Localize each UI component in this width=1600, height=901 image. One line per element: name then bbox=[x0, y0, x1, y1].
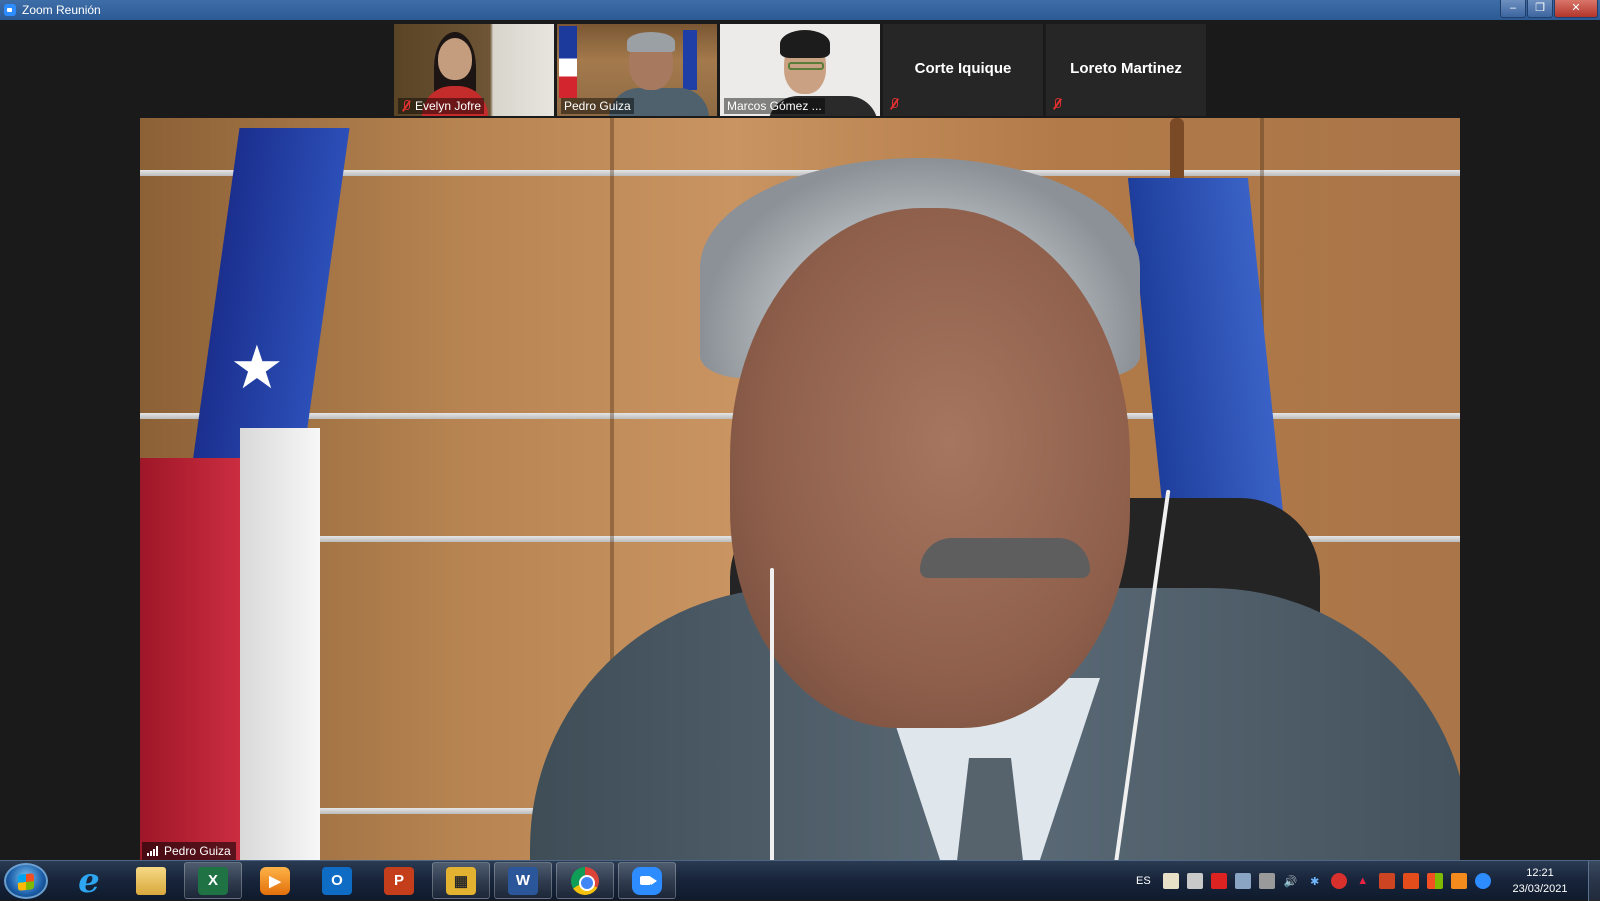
powerpoint-icon: P bbox=[384, 866, 414, 895]
windows-app-icon[interactable] bbox=[1426, 873, 1443, 889]
muted-mic-icon bbox=[401, 100, 411, 112]
window-controls: – ❐ ✕ bbox=[1499, 0, 1598, 18]
antivirus-icon[interactable] bbox=[1210, 873, 1227, 889]
participant-name-label: Evelyn Jofre bbox=[398, 98, 485, 114]
device-icon[interactable] bbox=[1234, 873, 1251, 889]
taskbar-project-app[interactable]: ▦ bbox=[432, 862, 490, 899]
participant-tile-evelyn[interactable]: Evelyn Jofre bbox=[394, 24, 554, 116]
earphone-cable-left bbox=[770, 568, 774, 860]
taskbar-file-explorer[interactable] bbox=[122, 862, 180, 899]
windows-logo-icon bbox=[18, 873, 34, 891]
clock-date: 23/03/2021 bbox=[1512, 883, 1568, 895]
folder-icon bbox=[136, 866, 166, 895]
clock[interactable]: 12:21 23/03/2021 bbox=[1500, 865, 1580, 897]
window-title: Zoom Reunión bbox=[22, 3, 101, 17]
taskbar-word[interactable]: W bbox=[494, 862, 552, 899]
java-icon[interactable] bbox=[1450, 873, 1467, 889]
zoom-icon bbox=[632, 866, 662, 895]
media-player-icon: ▶ bbox=[260, 866, 290, 895]
title-bar: Zoom Reunión – ❐ ✕ bbox=[0, 0, 1600, 20]
restore-button[interactable]: ❐ bbox=[1527, 0, 1553, 18]
project-app-icon: ▦ bbox=[446, 866, 476, 895]
update-icon[interactable]: ▲ bbox=[1355, 873, 1371, 889]
participant-tile-corte[interactable]: Corte Iquique bbox=[883, 24, 1043, 116]
taskbar-media-player[interactable]: ▶ bbox=[246, 862, 304, 899]
participant-name: Loreto Martinez bbox=[1070, 60, 1182, 77]
volume-icon[interactable]: 🔊 bbox=[1283, 873, 1299, 889]
pdf-reader-icon[interactable] bbox=[1378, 873, 1395, 889]
zoom-tray-icon[interactable] bbox=[1474, 873, 1491, 889]
participant-name-label: Pedro Guiza bbox=[561, 98, 634, 114]
taskbar-chrome[interactable] bbox=[556, 862, 614, 899]
show-desktop-button[interactable] bbox=[1588, 861, 1600, 901]
office-upload-icon[interactable] bbox=[1402, 873, 1419, 889]
clipboard-icon[interactable] bbox=[1162, 873, 1179, 889]
speaker-name-label: Pedro Guiza bbox=[142, 842, 236, 860]
taskbar-zoom[interactable] bbox=[618, 862, 676, 899]
participant-name: Pedro Guiza bbox=[564, 99, 631, 113]
clock-time: 12:21 bbox=[1526, 867, 1554, 879]
muted-mic-icon bbox=[1052, 98, 1062, 110]
participant-tile-marcos[interactable]: Marcos Gómez ... bbox=[720, 24, 880, 116]
input-language[interactable]: ES bbox=[1136, 875, 1151, 887]
participant-name-label: Marcos Gómez ... bbox=[724, 98, 825, 114]
network-icon[interactable] bbox=[1258, 873, 1275, 889]
action-center-flag-icon[interactable] bbox=[1186, 873, 1203, 889]
bluetooth-icon[interactable]: ✱ bbox=[1307, 873, 1323, 889]
windows-taskbar: e X ▶ O P ▦ W ES 🔊 ✱ ▲ 12:21 23/03/2021 bbox=[0, 860, 1600, 901]
speaker-face bbox=[730, 208, 1130, 728]
system-tray: ES 🔊 ✱ ▲ bbox=[1136, 861, 1499, 901]
excel-icon: X bbox=[198, 866, 228, 895]
taskbar-internet-explorer[interactable]: e bbox=[60, 860, 118, 901]
start-button[interactable] bbox=[4, 863, 48, 899]
participant-name: Evelyn Jofre bbox=[415, 99, 482, 113]
minimize-button[interactable]: – bbox=[1500, 0, 1526, 18]
internet-explorer-icon: e bbox=[78, 860, 100, 901]
chrome-icon bbox=[571, 866, 599, 895]
word-icon: W bbox=[508, 866, 538, 895]
muted-mic-icon bbox=[889, 98, 899, 110]
close-button[interactable]: ✕ bbox=[1554, 0, 1598, 18]
main-speaker-video[interactable]: ★ Pedro Guiza bbox=[140, 118, 1460, 860]
connection-signal-icon bbox=[147, 846, 159, 856]
chile-flag: ★ bbox=[140, 128, 350, 860]
participant-tile-pedro[interactable]: Pedro Guiza bbox=[557, 24, 717, 116]
speaker-mustache bbox=[920, 538, 1090, 578]
participant-name: Corte Iquique bbox=[914, 60, 1012, 77]
zoom-app-icon bbox=[4, 4, 16, 16]
speaker-name: Pedro Guiza bbox=[164, 844, 231, 858]
security-shield-icon[interactable] bbox=[1330, 873, 1347, 889]
taskbar-excel[interactable]: X bbox=[184, 862, 242, 899]
taskbar-outlook[interactable]: O bbox=[308, 862, 366, 899]
outlook-icon: O bbox=[322, 866, 352, 895]
taskbar-powerpoint[interactable]: P bbox=[370, 862, 428, 899]
participant-name: Marcos Gómez ... bbox=[727, 99, 822, 113]
meeting-area: Evelyn Jofre Pedro Guiza Marcos Gómez ..… bbox=[0, 20, 1600, 860]
participant-strip: Evelyn Jofre Pedro Guiza Marcos Gómez ..… bbox=[394, 24, 1209, 116]
participant-tile-loreto[interactable]: Loreto Martinez bbox=[1046, 24, 1206, 116]
